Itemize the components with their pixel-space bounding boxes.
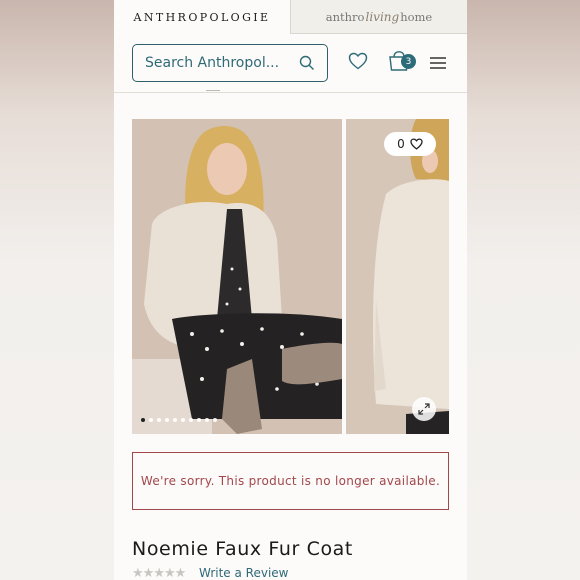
product-image-front[interactable] xyxy=(132,119,342,434)
model-back-illustration xyxy=(346,119,449,434)
tab-anthro-living-home[interactable]: anthro living home xyxy=(290,0,467,34)
breadcrumb xyxy=(206,86,220,91)
carousel-dot[interactable] xyxy=(141,418,145,422)
cart-count-badge: 3 xyxy=(401,54,416,69)
carousel-dot[interactable] xyxy=(189,418,193,422)
star-icon: ★ xyxy=(163,566,176,580)
site-tabs: ANTHROPOLOGIE anthro living home xyxy=(114,0,467,34)
carousel-dot[interactable] xyxy=(213,418,217,422)
header-divider xyxy=(114,92,467,93)
star-icon: ★ xyxy=(132,566,144,580)
tab-living-suffix: home xyxy=(400,9,433,24)
carousel-dot[interactable] xyxy=(165,418,169,422)
wishlist-heart-icon[interactable] xyxy=(348,52,368,70)
zoom-button[interactable] xyxy=(412,397,436,421)
carousel-pagination xyxy=(141,418,217,422)
unavailable-message: We're sorry. This product is no longer a… xyxy=(140,474,441,488)
favorite-count: 0 xyxy=(397,137,405,151)
background-right xyxy=(467,0,580,580)
background-left xyxy=(0,0,114,580)
search-placeholder: Search Anthropol... xyxy=(145,55,280,71)
carousel-dot[interactable] xyxy=(173,418,177,422)
tab-living-script: living xyxy=(365,9,400,24)
write-review-link[interactable]: Write a Review xyxy=(199,566,288,580)
product-image-back[interactable] xyxy=(346,119,449,434)
tab-anthropologie[interactable]: ANTHROPOLOGIE xyxy=(114,0,290,34)
rating-stars: ★★★★★ xyxy=(132,566,187,580)
expand-arrows-icon xyxy=(418,403,430,415)
product-title: Noemie Faux Fur Coat xyxy=(132,538,353,560)
phone-screen: ANTHROPOLOGIE anthro living home Search An… xyxy=(114,0,467,580)
tab-anthropologie-label: ANTHROPOLOGIE xyxy=(133,10,271,24)
carousel-dot[interactable] xyxy=(197,418,201,422)
carousel-dot[interactable] xyxy=(181,418,185,422)
heart-outline-icon xyxy=(410,138,423,150)
model-front-illustration xyxy=(132,119,342,434)
favorite-toggle-button[interactable]: 0 xyxy=(384,132,436,156)
carousel-dot[interactable] xyxy=(149,418,153,422)
search-icon[interactable] xyxy=(299,55,315,71)
star-icon: ★ xyxy=(142,566,155,580)
carousel-dot[interactable] xyxy=(205,418,209,422)
star-icon: ★ xyxy=(153,566,165,580)
star-icon: ★ xyxy=(174,566,187,580)
search-input[interactable]: Search Anthropol... xyxy=(132,44,328,82)
unavailable-alert: We're sorry. This product is no longer a… xyxy=(132,452,449,510)
carousel-dot[interactable] xyxy=(157,418,161,422)
hamburger-menu-icon[interactable] xyxy=(430,57,446,69)
tab-living-prefix: anthro xyxy=(325,9,365,24)
